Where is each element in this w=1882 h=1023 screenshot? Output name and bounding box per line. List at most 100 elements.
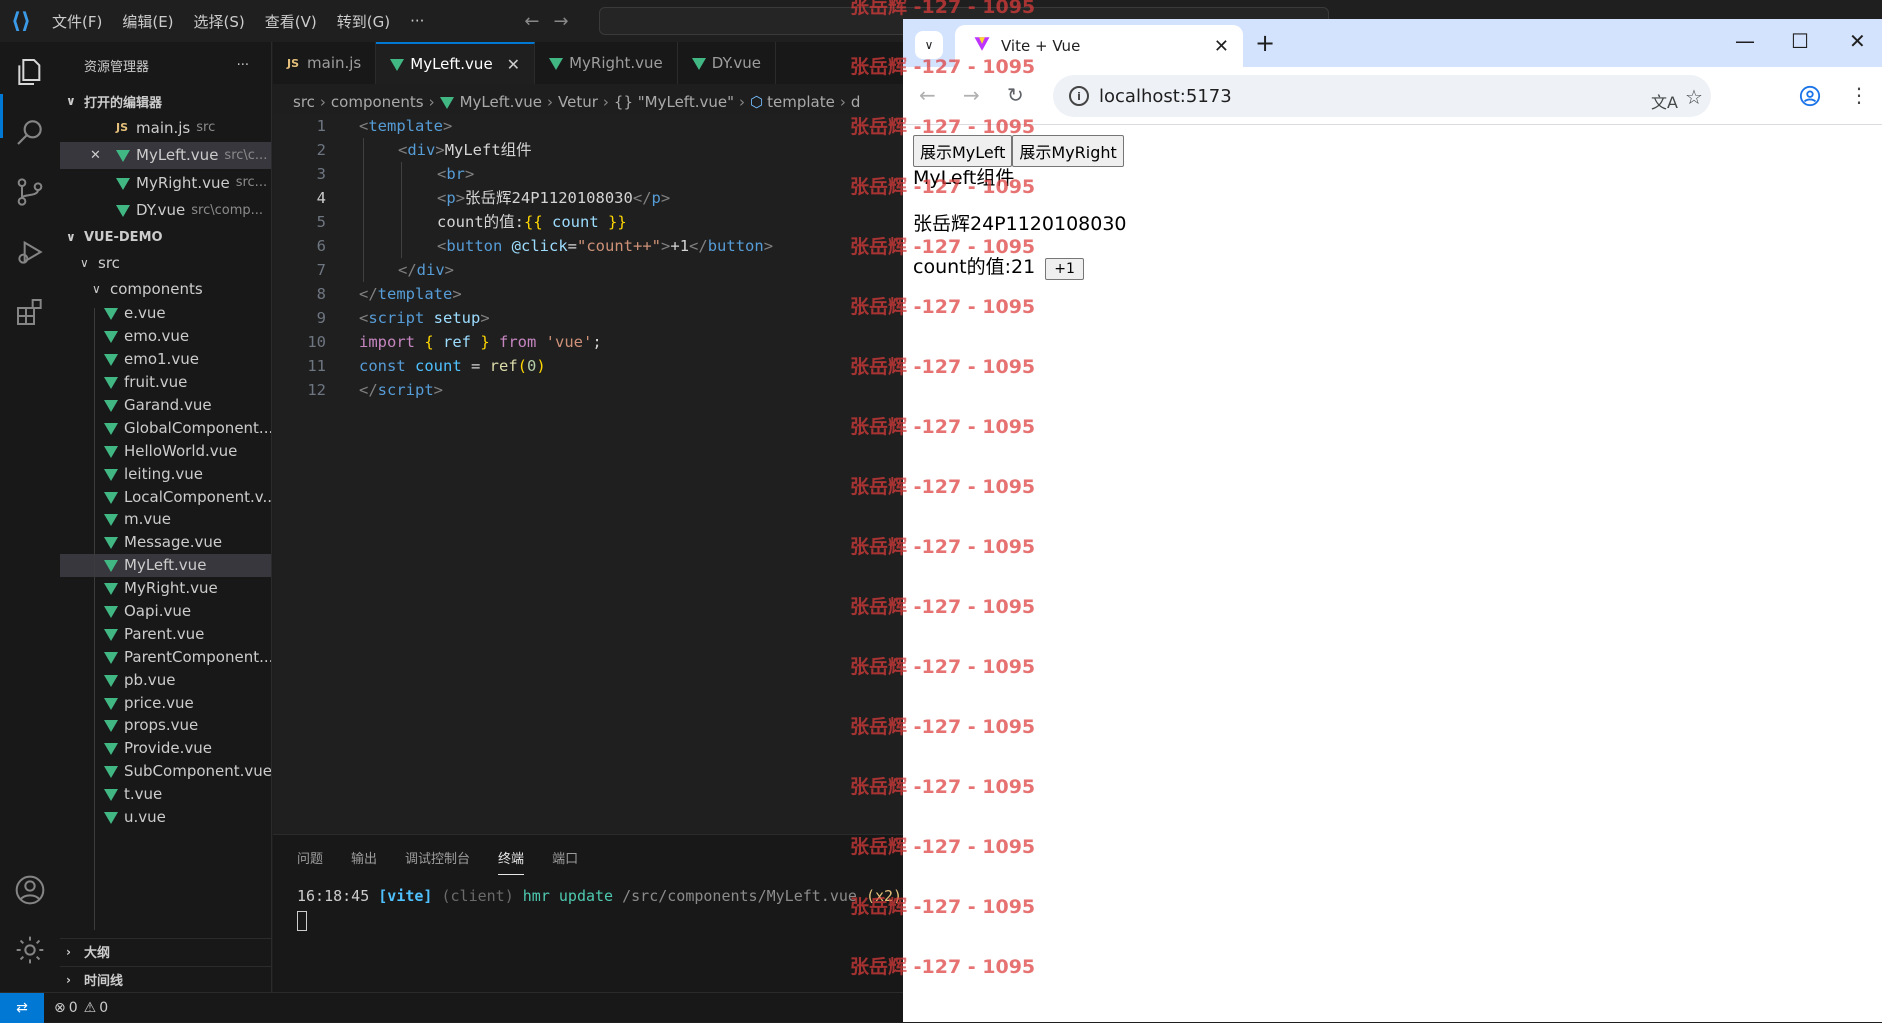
- count-label: count的值:21: [913, 256, 1036, 278]
- breadcrumb-item[interactable]: Vetur: [558, 93, 598, 111]
- maximize-icon[interactable]: ☐: [1791, 29, 1809, 53]
- file-item[interactable]: Parent.vue: [60, 622, 271, 645]
- file-item[interactable]: GlobalComponent....: [60, 416, 271, 439]
- file-item[interactable]: e.vue: [60, 302, 271, 325]
- tab-myright[interactable]: MyRight.vue: [535, 42, 678, 84]
- vue-file-icon: [104, 789, 118, 802]
- file-item[interactable]: Garand.vue: [60, 394, 271, 417]
- panel-tab-problems[interactable]: 问题: [297, 848, 323, 867]
- file-item[interactable]: fruit.vue: [60, 371, 271, 394]
- menu-more[interactable]: ···: [400, 12, 434, 30]
- settings-gear-icon[interactable]: [12, 932, 48, 968]
- open-editor-dy[interactable]: DY.vue src\comp...: [60, 197, 271, 225]
- translate-icon[interactable]: 文A: [1651, 89, 1678, 113]
- file-item[interactable]: LocalComponent.v...: [60, 485, 271, 508]
- open-editor-myright[interactable]: MyRight.vue src...: [60, 169, 271, 197]
- extensions-icon[interactable]: [12, 294, 48, 330]
- breadcrumb-item[interactable]: components: [331, 93, 424, 111]
- increment-button[interactable]: +1: [1045, 258, 1084, 280]
- file-item[interactable]: u.vue: [60, 806, 271, 829]
- menu-view[interactable]: 查看(V): [255, 11, 327, 32]
- tab-main-js[interactable]: JS main.js: [273, 42, 377, 84]
- breadcrumb-item[interactable]: MyLeft.vue: [460, 93, 542, 111]
- profile-icon[interactable]: [1799, 85, 1821, 112]
- bookmark-star-icon[interactable]: ☆: [1685, 85, 1703, 109]
- warning-icon[interactable]: ⚠: [84, 1000, 97, 1016]
- file-item[interactable]: Provide.vue: [60, 737, 271, 760]
- panel-tab-debug-console[interactable]: 调试控制台: [405, 848, 470, 867]
- file-item[interactable]: emo.vue: [60, 325, 271, 348]
- browser-tab-close-icon[interactable]: ✕: [1214, 36, 1229, 57]
- reload-icon[interactable]: ↻: [1007, 83, 1024, 107]
- warning-count[interactable]: 0: [99, 1000, 108, 1016]
- file-item[interactable]: Oapi.vue: [60, 600, 271, 623]
- timeline-section[interactable]: › 时间线: [60, 966, 271, 992]
- window-close-icon[interactable]: ✕: [1849, 29, 1866, 53]
- open-editor-name: MyRight.vue: [136, 173, 230, 192]
- project-section[interactable]: ∨ VUE-DEMO: [60, 224, 271, 250]
- file-item[interactable]: Message.vue: [60, 531, 271, 554]
- error-count[interactable]: 0: [69, 1000, 78, 1016]
- explorer-icon[interactable]: [12, 54, 48, 90]
- close-icon[interactable]: ✕: [90, 148, 116, 163]
- nav-back-forward-icon[interactable]: ←→: [524, 11, 582, 32]
- file-item[interactable]: price.vue: [60, 691, 271, 714]
- tab-myleft[interactable]: MyLeft.vue ✕: [376, 42, 536, 84]
- breadcrumb-item[interactable]: src: [293, 93, 315, 111]
- error-icon[interactable]: ⊗: [54, 1000, 66, 1016]
- open-editor-myleft[interactable]: ✕ MyLeft.vue src\c...: [60, 141, 271, 169]
- file-name: price.vue: [124, 693, 194, 712]
- remote-indicator-icon[interactable]: ⇄: [0, 992, 44, 1023]
- tab-dy[interactable]: DY.vue: [678, 42, 777, 84]
- site-info-icon[interactable]: i: [1069, 86, 1089, 106]
- panel-tab-output[interactable]: 输出: [351, 848, 377, 867]
- outline-section[interactable]: › 大纲: [60, 938, 271, 964]
- run-debug-icon[interactable]: [12, 234, 48, 270]
- breadcrumb-item[interactable]: template: [767, 93, 835, 111]
- search-icon[interactable]: [12, 114, 48, 150]
- file-item[interactable]: ParentComponent....: [60, 645, 271, 668]
- file-item[interactable]: pb.vue: [60, 668, 271, 691]
- back-arrow-icon[interactable]: ←: [919, 83, 936, 107]
- file-item[interactable]: leiting.vue: [60, 462, 271, 485]
- address-bar[interactable]: i localhost:5173: [1053, 75, 1711, 117]
- breadcrumb-item[interactable]: {} "MyLeft.vue": [614, 93, 734, 111]
- account-icon[interactable]: [12, 872, 48, 908]
- breadcrumb-item[interactable]: d: [851, 93, 861, 111]
- file-item[interactable]: MyLeft.vue: [60, 553, 271, 577]
- folder-src[interactable]: ∨ src: [60, 250, 271, 276]
- file-item[interactable]: props.vue: [60, 714, 271, 737]
- open-editors-section[interactable]: ∨ 打开的编辑器: [60, 88, 271, 114]
- terminal-vite-tag: [vite]: [378, 887, 433, 905]
- open-editor-main-js[interactable]: JS main.js src: [60, 114, 271, 142]
- panel-tab-ports[interactable]: 端口: [552, 848, 578, 867]
- forward-arrow-icon[interactable]: →: [963, 83, 980, 107]
- file-item[interactable]: emo1.vue: [60, 348, 271, 371]
- show-myright-button[interactable]: 展示MyRight: [1012, 135, 1124, 167]
- menu-file[interactable]: 文件(F): [42, 11, 112, 32]
- file-name: u.vue: [124, 808, 166, 827]
- chevron-right-icon: ›: [428, 93, 435, 111]
- file-name: Oapi.vue: [124, 602, 192, 621]
- explorer-more-button[interactable]: ···: [237, 58, 249, 73]
- folder-components[interactable]: ∨ components: [60, 276, 271, 302]
- vue-file-icon: [104, 514, 118, 527]
- browser-menu-icon[interactable]: ⋮: [1849, 83, 1869, 107]
- menu-edit[interactable]: 编辑(E): [112, 11, 183, 32]
- source-control-icon[interactable]: [12, 174, 48, 210]
- file-item[interactable]: t.vue: [60, 783, 271, 806]
- file-item[interactable]: MyRight.vue: [60, 577, 271, 600]
- tab-close-icon[interactable]: ✕: [507, 55, 520, 74]
- menu-go[interactable]: 转到(G): [327, 11, 400, 32]
- minimize-icon[interactable]: —: [1735, 29, 1755, 53]
- file-name: e.vue: [124, 304, 166, 323]
- new-tab-button[interactable]: +: [1255, 29, 1275, 57]
- terminal-cursor[interactable]: [297, 911, 307, 931]
- file-item[interactable]: HelloWorld.vue: [60, 439, 271, 462]
- menu-selection[interactable]: 选择(S): [184, 11, 255, 32]
- panel-tab-terminal[interactable]: 终端: [498, 848, 525, 875]
- vue-file-icon: [104, 766, 118, 779]
- file-item[interactable]: SubComponent.vue: [60, 760, 271, 783]
- code-editor[interactable]: 1 <template> 2 <div>MyLeft组件 3 <br> 4 <p>张岳辉…: [273, 114, 903, 834]
- file-item[interactable]: m.vue: [60, 508, 271, 531]
